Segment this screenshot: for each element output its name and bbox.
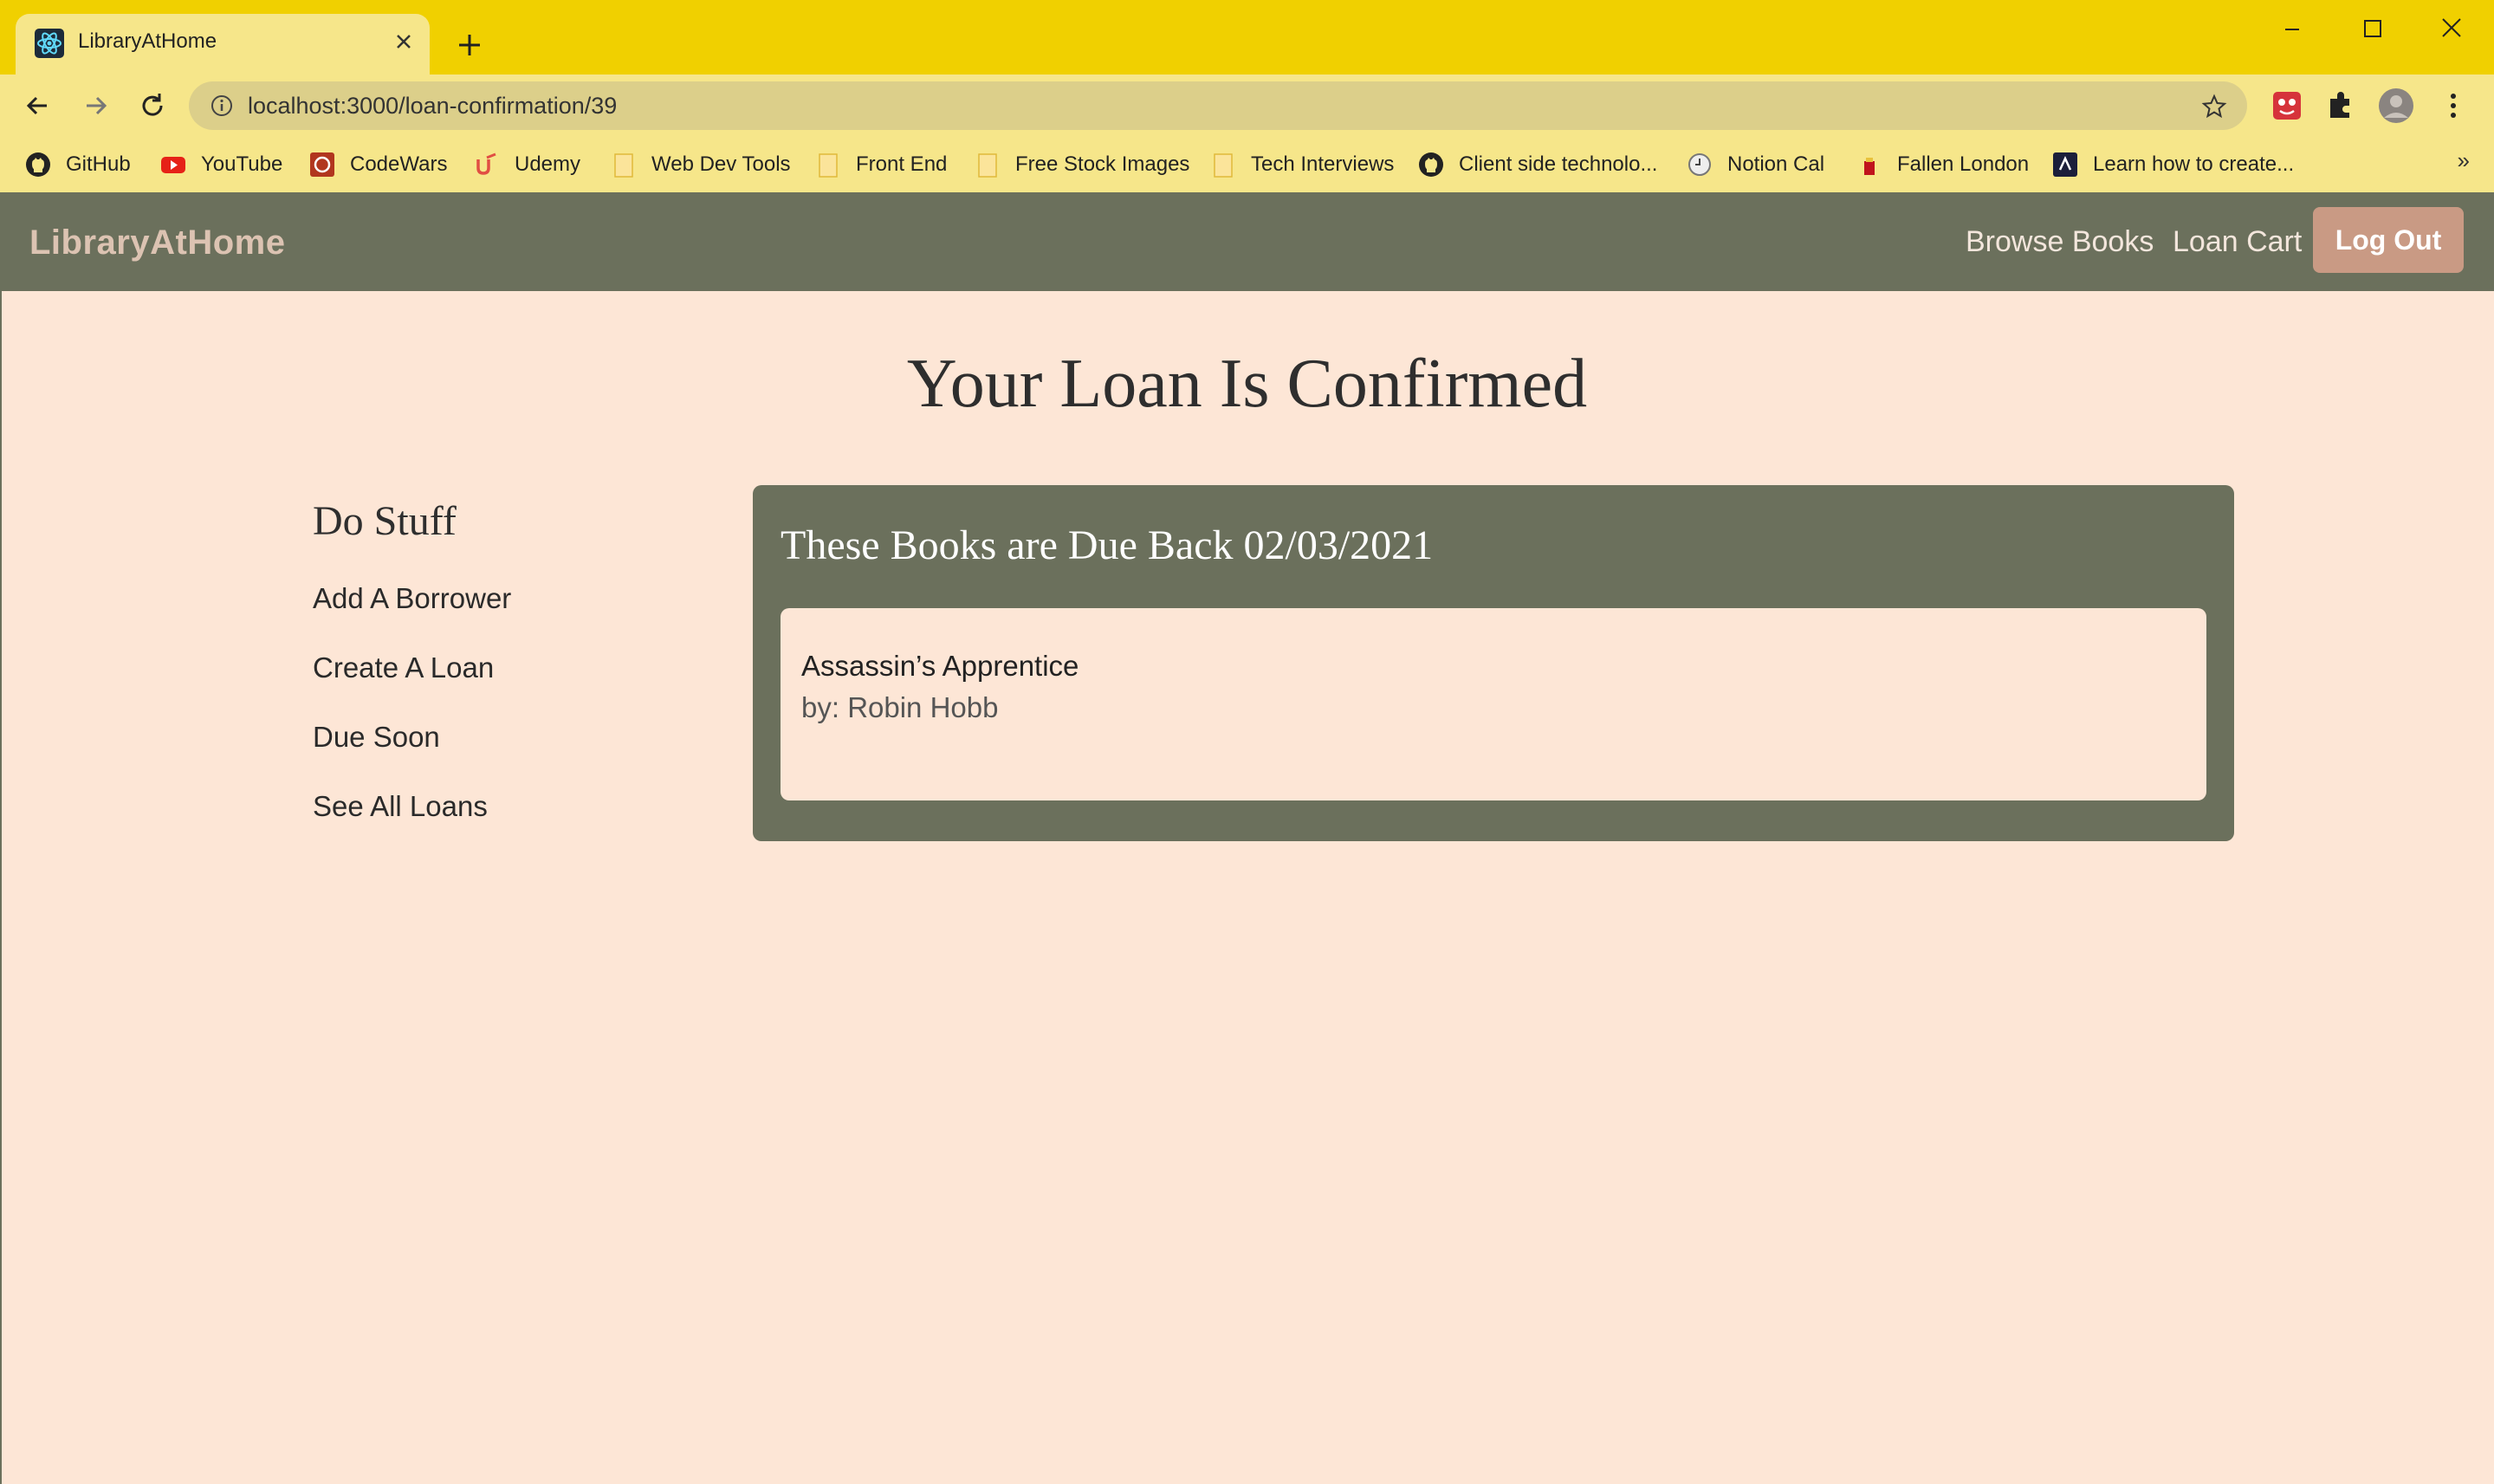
minimize-icon[interactable] [2266, 9, 2318, 50]
folder-icon [819, 153, 838, 178]
back-icon[interactable] [21, 88, 55, 123]
bookmark-folder-free-stock-images[interactable]: Free Stock Images [974, 146, 1189, 184]
browser-toolbar: localhost:3000/loan-confirmation/39 [0, 75, 2494, 137]
log-out-button[interactable]: Log Out [2313, 207, 2464, 273]
bookmark-label: Front End [856, 152, 948, 176]
bookmark-github[interactable]: GitHub [24, 146, 131, 184]
bookmark-youtube[interactable]: YouTube [159, 146, 282, 184]
bookmark-label: Free Stock Images [1015, 152, 1190, 176]
more-bookmarks-button[interactable]: » [2458, 147, 2470, 174]
nav-loan-cart[interactable]: Loan Cart [2173, 225, 2302, 259]
due-date-heading: These Books are Due Back 02/03/2021 [781, 522, 1434, 568]
sidebar-item-add-borrower[interactable]: Add A Borrower [313, 582, 511, 615]
browser-tab[interactable]: LibraryAtHome [16, 14, 430, 75]
url-text: localhost:3000/loan-confirmation/39 [248, 93, 618, 119]
bookmark-label: Notion Cal [1727, 152, 1825, 176]
folder-icon [1214, 153, 1233, 178]
bookmark-label: Fallen London [1897, 152, 2030, 176]
bookmark-label: Web Dev Tools [651, 152, 791, 176]
youtube-icon [161, 157, 185, 173]
bookmark-label: Learn how to create... [2093, 152, 2295, 176]
bookmark-label: Tech Interviews [1251, 152, 1395, 176]
bookmark-codewars[interactable]: CodeWars [308, 146, 447, 184]
menu-dots-icon[interactable] [2434, 87, 2472, 125]
puzzle-extensions-icon[interactable] [2322, 87, 2360, 125]
react-icon [35, 29, 64, 58]
sidebar-item-create-loan[interactable]: Create A Loan [313, 651, 494, 684]
close-window-icon[interactable] [2426, 9, 2478, 50]
bookmark-label: YouTube [201, 152, 283, 176]
sidebar-item-see-all-loans[interactable]: See All Loans [313, 790, 488, 823]
bookmark-label: Client side technolo... [1459, 152, 1658, 176]
bookmark-notion-cal[interactable]: Notion Cal [1686, 146, 1824, 184]
bookmark-folder-web-dev-tools[interactable]: Web Dev Tools [610, 146, 791, 184]
maximize-icon[interactable] [2346, 9, 2398, 50]
browser-titlebar: LibraryAtHome [0, 0, 2494, 75]
site-icon [2053, 152, 2077, 177]
github-icon [1419, 152, 1443, 177]
fallen-london-icon [1864, 158, 1875, 175]
bookmark-fallen-london[interactable]: Fallen London [1856, 146, 2029, 184]
bookmark-folder-tech-interviews[interactable]: Tech Interviews [1209, 146, 1394, 184]
github-icon [26, 152, 50, 177]
book-title: Assassin’s Apprentice [801, 650, 1079, 682]
bookmark-label: Udemy [515, 152, 581, 176]
page-title: Your Loan Is Confirmed [906, 346, 1588, 422]
bookmark-learn-how[interactable]: Learn how to create... [2051, 146, 2294, 184]
bookmark-folder-front-end[interactable]: Front End [814, 146, 947, 184]
app-navbar: LibraryAtHome Browse Books Loan Cart Log… [0, 192, 2494, 291]
profile-avatar[interactable] [2377, 87, 2415, 125]
extension-icon[interactable] [2268, 87, 2306, 125]
codewars-icon [310, 152, 334, 177]
sidebar-item-due-soon[interactable]: Due Soon [313, 721, 440, 754]
udemy-icon [476, 152, 496, 175]
forward-icon[interactable] [78, 88, 113, 123]
book-author: by: Robin Hobb [801, 691, 999, 723]
tab-title: LibraryAtHome [78, 29, 217, 53]
folder-icon [978, 153, 997, 178]
close-tab-icon[interactable] [390, 28, 418, 55]
bookmark-star-icon[interactable] [2200, 93, 2228, 120]
sidebar-title: Do Stuff [313, 498, 457, 544]
bookmark-label: GitHub [66, 152, 131, 176]
folder-icon [614, 153, 633, 178]
loan-confirmation-panel: These Books are Due Back 02/03/2021 Assa… [753, 485, 2234, 841]
book-card: Assassin’s Apprentice by: Robin Hobb [781, 608, 2206, 800]
clock-icon [1688, 153, 1711, 176]
bookmarks-bar: GitHub YouTube CodeWars Udemy Web Dev To… [0, 137, 2494, 193]
nav-browse-books[interactable]: Browse Books [1966, 225, 2154, 259]
reload-icon[interactable] [135, 88, 170, 123]
address-bar[interactable]: localhost:3000/loan-confirmation/39 [189, 81, 2247, 130]
bookmark-udemy[interactable]: Udemy [473, 146, 580, 184]
new-tab-icon[interactable] [452, 28, 487, 62]
site-info-icon[interactable] [210, 94, 234, 118]
bookmark-client-side[interactable]: Client side technolo... [1417, 146, 1657, 184]
bookmark-label: CodeWars [350, 152, 448, 176]
brand-logo[interactable]: LibraryAtHome [29, 224, 285, 262]
